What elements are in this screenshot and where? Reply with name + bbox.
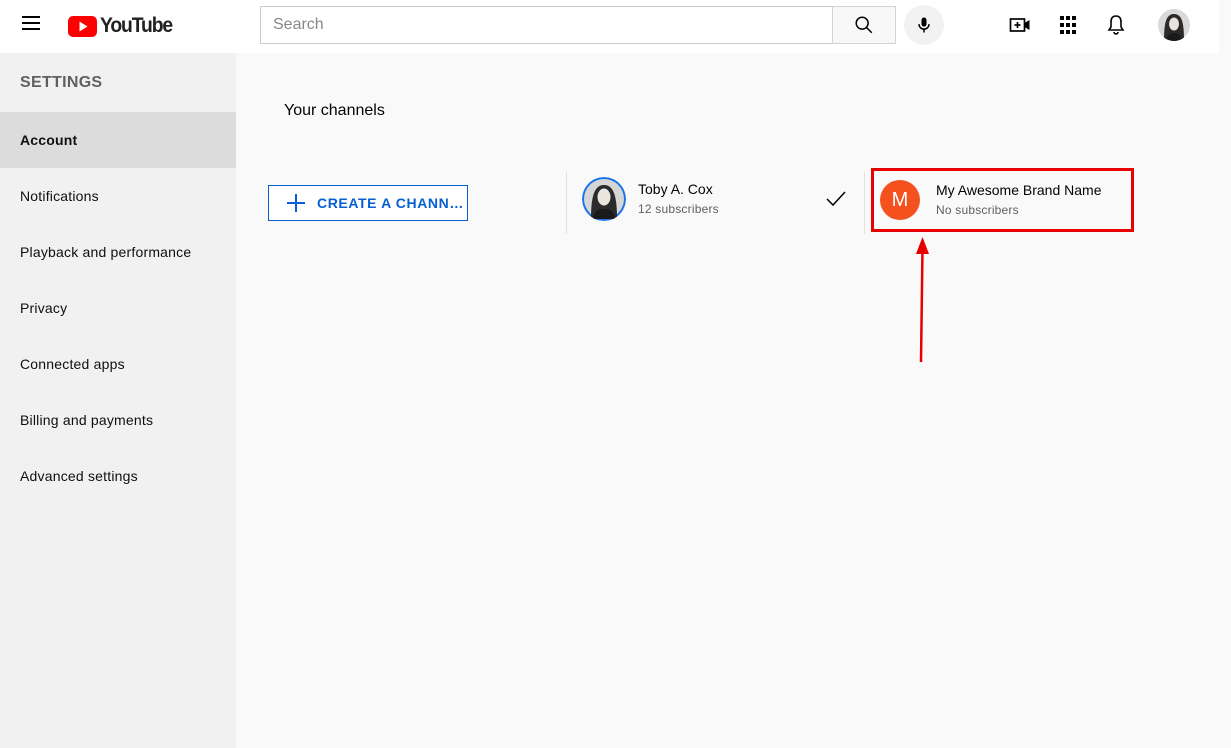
channel-subscribers: 12 subscribers bbox=[638, 201, 719, 216]
menu-icon[interactable] bbox=[22, 16, 42, 34]
account-avatar[interactable] bbox=[1158, 9, 1190, 41]
search-field[interactable] bbox=[260, 6, 833, 44]
channel-name: Toby A. Cox bbox=[638, 180, 713, 197]
profile-photo-icon bbox=[582, 177, 626, 221]
sidebar-item-connected-apps[interactable]: Connected apps bbox=[0, 336, 236, 392]
sidebar-item-label: Privacy bbox=[20, 300, 68, 316]
search-button[interactable] bbox=[832, 6, 896, 44]
notifications-button[interactable] bbox=[1104, 13, 1128, 37]
apps-button[interactable] bbox=[1056, 13, 1080, 37]
apps-grid-icon bbox=[1060, 16, 1076, 34]
sidebar-item-label: Billing and payments bbox=[20, 412, 154, 428]
create-channel-label: CREATE A CHANN… bbox=[317, 195, 464, 211]
sidebar-item-label: Notifications bbox=[20, 188, 99, 204]
sidebar-item-label: Advanced settings bbox=[20, 468, 138, 484]
create-channel-button[interactable]: CREATE A CHANN… bbox=[268, 185, 468, 221]
top-bar: YouTube bbox=[0, 0, 1219, 53]
sidebar-item-account[interactable]: Account bbox=[0, 112, 236, 168]
channel-avatar bbox=[582, 177, 626, 221]
sidebar-item-playback[interactable]: Playback and performance bbox=[0, 224, 236, 280]
youtube-play-icon bbox=[68, 15, 97, 37]
channel-divider bbox=[864, 172, 865, 234]
create-video-button[interactable] bbox=[1008, 13, 1032, 37]
search-input[interactable] bbox=[261, 7, 833, 43]
sidebar-item-notifications[interactable]: Notifications bbox=[0, 168, 236, 224]
channel-card-toby[interactable]: Toby A. Cox 12 subscribers bbox=[582, 177, 852, 221]
annotation-arrow-icon bbox=[916, 237, 929, 363]
sidebar-item-label: Account bbox=[20, 132, 78, 148]
channel-divider bbox=[566, 172, 567, 234]
bell-icon bbox=[1107, 15, 1125, 35]
sidebar-item-privacy[interactable]: Privacy bbox=[0, 280, 236, 336]
sidebar-item-advanced[interactable]: Advanced settings bbox=[0, 448, 236, 504]
checkmark-icon bbox=[826, 191, 846, 207]
sidebar-item-label: Playback and performance bbox=[20, 244, 192, 260]
sidebar-title: SETTINGS bbox=[20, 74, 103, 91]
youtube-logo[interactable]: YouTube bbox=[68, 14, 178, 38]
plus-icon bbox=[287, 194, 305, 212]
video-camera-add-icon bbox=[1009, 18, 1030, 32]
profile-photo-icon bbox=[1158, 9, 1190, 41]
scrollbar-gutter bbox=[1219, 0, 1231, 53]
settings-sidebar: SETTINGS Account Notifications Playback … bbox=[0, 53, 236, 748]
logo-text: YouTube bbox=[100, 14, 173, 37]
annotation-highlight-box bbox=[871, 168, 1134, 232]
page-title: Your channels bbox=[284, 102, 385, 119]
microphone-icon bbox=[918, 17, 930, 33]
sidebar-item-billing[interactable]: Billing and payments bbox=[0, 392, 236, 448]
voice-search-button[interactable] bbox=[904, 5, 944, 45]
sidebar-item-label: Connected apps bbox=[20, 356, 125, 372]
search-icon bbox=[855, 16, 873, 34]
